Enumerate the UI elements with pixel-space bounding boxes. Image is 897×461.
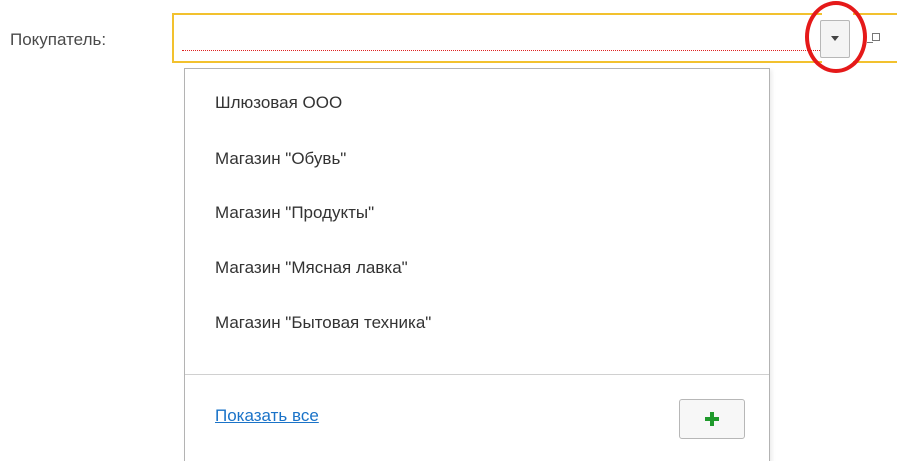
plus-icon: [705, 412, 719, 426]
dropdown-button[interactable]: [820, 20, 850, 58]
list-item[interactable]: Шлюзовая ООО: [215, 93, 342, 113]
list-divider: [185, 374, 769, 375]
buyer-label: Покупатель:: [10, 30, 107, 49]
buyer-input[interactable]: [172, 13, 822, 63]
chevron-down-icon: [831, 36, 839, 41]
open-form-button[interactable]: [867, 31, 883, 47]
list-item[interactable]: Магазин "Бытовая техника": [215, 313, 431, 333]
list-item[interactable]: Магазин "Продукты": [215, 203, 374, 223]
list-item[interactable]: Магазин "Обувь": [215, 149, 346, 169]
dropdown-list: Шлюзовая ООО Магазин "Обувь" Магазин "Пр…: [184, 68, 770, 461]
open-form-icon: [867, 33, 880, 43]
form-area: Покупатель: Шлюзовая ООО Магазин "Обувь"…: [0, 0, 897, 461]
required-field-underline: [182, 50, 820, 51]
list-item[interactable]: Магазин "Мясная лавка": [215, 258, 408, 278]
show-all-link[interactable]: Показать все: [215, 406, 319, 426]
add-button[interactable]: [679, 399, 745, 439]
